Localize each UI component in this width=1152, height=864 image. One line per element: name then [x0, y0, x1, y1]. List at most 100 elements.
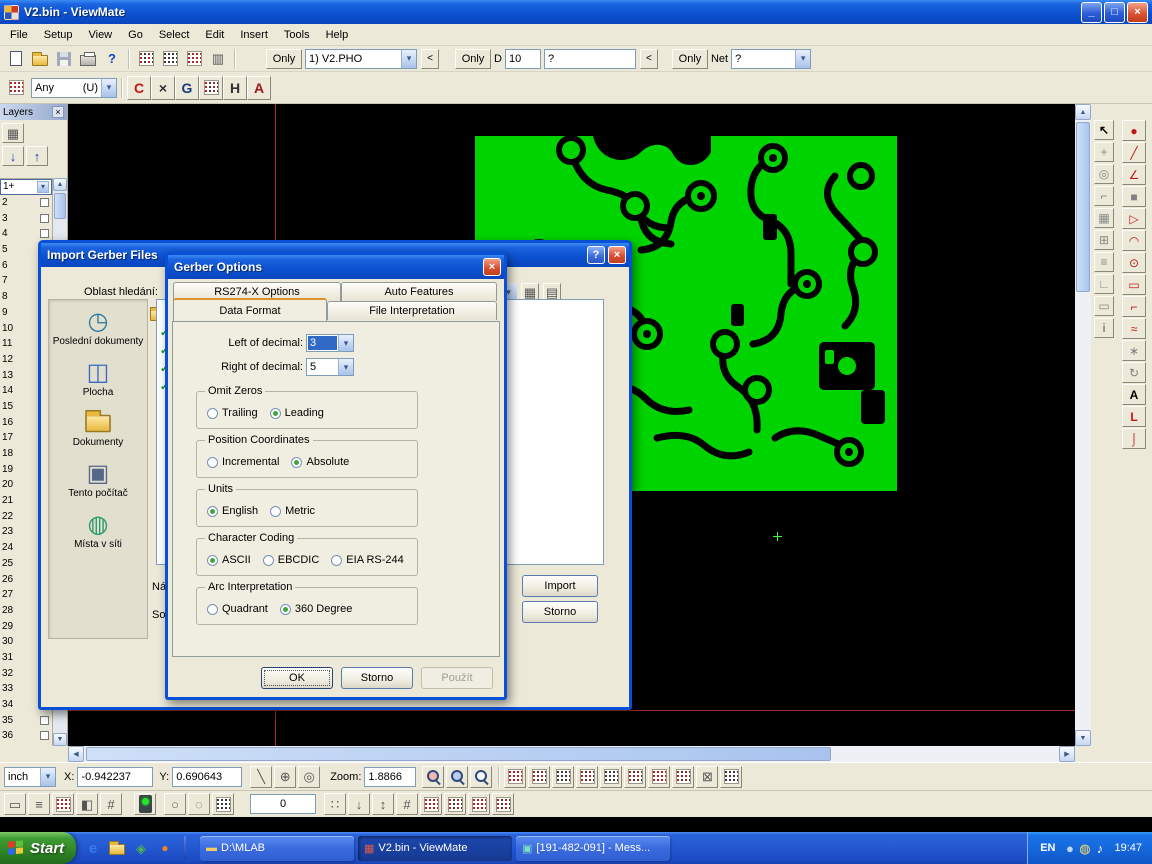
- layer-color-box[interactable]: [40, 716, 49, 725]
- gerber-cancel-button[interactable]: Storno: [341, 667, 413, 689]
- maximize-button[interactable]: □: [1104, 2, 1125, 23]
- dcode-query-input[interactable]: [544, 49, 636, 69]
- insert-line-button[interactable]: ╱: [1122, 142, 1146, 163]
- layer-combo[interactable]: 1) V2.PHO: [305, 49, 417, 69]
- lamp-button[interactable]: ○: [164, 793, 186, 815]
- list-tool-button[interactable]: ≡: [1094, 252, 1114, 272]
- measure-tool-button[interactable]: ⌐: [1094, 186, 1114, 206]
- layer-row-36[interactable]: 36: [0, 728, 52, 744]
- right-of-decimal-combo[interactable]: 5: [306, 358, 354, 376]
- insert-curve-button[interactable]: ≈: [1122, 318, 1146, 339]
- task-dmlab[interactable]: ▬D:\MLAB: [200, 836, 354, 861]
- browser-quicklaunch[interactable]: ●: [156, 839, 174, 857]
- layer-color-box[interactable]: [40, 198, 49, 207]
- task-viewmate[interactable]: ▦V2.bin - ViewMate: [358, 836, 512, 861]
- import-cancel-button[interactable]: Storno: [522, 601, 598, 623]
- dcode-input[interactable]: [505, 49, 541, 69]
- new-file-button[interactable]: [4, 47, 28, 71]
- grid-small-button[interactable]: [212, 793, 234, 815]
- probe-button[interactable]: ◌: [188, 793, 210, 815]
- hatch-button[interactable]: #: [396, 793, 418, 815]
- insert-l-button[interactable]: L: [1122, 406, 1146, 427]
- folder-quicklaunch[interactable]: [108, 839, 126, 857]
- layers-panel-titlebar[interactable]: Layers ×: [0, 104, 67, 120]
- insert-point-button[interactable]: ●: [1122, 120, 1146, 141]
- select-filter-toggle[interactable]: ⊠: [696, 766, 718, 788]
- radio-leading[interactable]: Leading: [270, 407, 324, 419]
- layer-color-box[interactable]: [40, 214, 49, 223]
- aperture-h-button[interactable]: H: [223, 76, 247, 100]
- insert-circle-button[interactable]: ⊙: [1122, 252, 1146, 273]
- open-file-button[interactable]: [28, 47, 52, 71]
- crosshair-tool-button[interactable]: +: [1094, 142, 1114, 162]
- save-file-button[interactable]: [52, 47, 76, 71]
- place-desktop[interactable]: ◫Plocha: [50, 361, 146, 398]
- radio-quadrant[interactable]: Quadrant: [207, 603, 268, 615]
- report-button[interactable]: ▥: [206, 47, 230, 71]
- place-documents[interactable]: Dokumenty: [50, 412, 146, 448]
- aperture-c-button[interactable]: C: [127, 76, 151, 100]
- grid-value-input[interactable]: [250, 794, 316, 814]
- ruler-button[interactable]: ▭: [4, 793, 26, 815]
- pad-pattern-1-button[interactable]: [420, 793, 442, 815]
- import-help-button[interactable]: ?: [587, 246, 605, 264]
- aperture-settings-button[interactable]: ∗: [1122, 340, 1146, 361]
- only-net-toggle[interactable]: Only: [672, 49, 708, 69]
- draw-line-mode-button[interactable]: ╲: [250, 766, 272, 788]
- menu-file[interactable]: File: [2, 26, 36, 44]
- menu-edit[interactable]: Edit: [197, 26, 232, 44]
- insert-polyline-button[interactable]: ⌐: [1122, 296, 1146, 317]
- pads-outline-toggle[interactable]: [528, 766, 550, 788]
- layer-scroll-down-button[interactable]: [53, 733, 67, 746]
- frame-tool-button[interactable]: ▭: [1094, 296, 1114, 316]
- help-select-button[interactable]: ?: [100, 47, 124, 71]
- layer-up-button[interactable]: ↑: [26, 146, 48, 166]
- tab-file-interpretation[interactable]: File Interpretation: [327, 301, 497, 320]
- insert-arc-button[interactable]: ◠: [1122, 230, 1146, 251]
- import-button[interactable]: Import: [522, 575, 598, 597]
- grid-tool-button[interactable]: ▦: [1094, 208, 1114, 228]
- clock[interactable]: 19:47: [1114, 842, 1142, 854]
- dot-grid-button[interactable]: ∷: [324, 793, 346, 815]
- radio-360-degree[interactable]: 360 Degree: [280, 603, 353, 615]
- traces-filled-toggle[interactable]: [552, 766, 574, 788]
- left-of-decimal-combo[interactable]: 3: [306, 334, 354, 352]
- zoom-input[interactable]: [364, 767, 416, 787]
- scroll-right-button[interactable]: [1059, 746, 1075, 762]
- aperture-edit-button[interactable]: [182, 47, 206, 71]
- insert-rectangle-button[interactable]: ▭: [1122, 274, 1146, 295]
- x-coordinate-input[interactable]: [77, 767, 153, 787]
- only-layer-toggle[interactable]: Only: [266, 49, 302, 69]
- pointer-tool-button[interactable]: ↖: [1094, 120, 1114, 140]
- menu-setup[interactable]: Setup: [36, 26, 81, 44]
- net-combo[interactable]: ?: [731, 49, 811, 69]
- zoom-in-button[interactable]: [422, 766, 444, 788]
- menu-insert[interactable]: Insert: [232, 26, 276, 44]
- radio-ebcdic[interactable]: EBCDIC: [263, 554, 320, 566]
- radio-absolute[interactable]: Absolute: [291, 456, 349, 468]
- aperture-type-combo[interactable]: Any (U): [31, 78, 117, 98]
- ie-quicklaunch[interactable]: e: [84, 839, 102, 857]
- status-light-button[interactable]: [134, 793, 156, 815]
- grid-display-toggle[interactable]: [720, 766, 742, 788]
- menu-help[interactable]: Help: [318, 26, 357, 44]
- menu-view[interactable]: View: [80, 26, 120, 44]
- horizontal-scroll-thumb[interactable]: [86, 747, 831, 761]
- prev-dcode-button[interactable]: <: [640, 49, 658, 69]
- layer-row-3[interactable]: 3: [0, 210, 52, 226]
- place-recent[interactable]: ◷Poslední dokumenty: [50, 310, 146, 347]
- radio-english[interactable]: English: [207, 505, 258, 517]
- aperture-x-button[interactable]: ×: [151, 76, 175, 100]
- radio-ascii[interactable]: ASCII: [207, 554, 251, 566]
- pad-pattern-3-button[interactable]: [468, 793, 490, 815]
- gerber-close-button[interactable]: ×: [483, 258, 501, 276]
- menu-tools[interactable]: Tools: [276, 26, 318, 44]
- start-button[interactable]: Start: [0, 832, 76, 864]
- aperture-grid-button[interactable]: [199, 76, 223, 100]
- layer-color-box[interactable]: [40, 229, 49, 238]
- tab-data-format[interactable]: Data Format: [173, 298, 327, 321]
- snap-tool-button[interactable]: ⊞: [1094, 230, 1114, 250]
- aperture-a-button[interactable]: A: [247, 76, 271, 100]
- stack-button[interactable]: ≡: [28, 793, 50, 815]
- layer-scroll-up-button[interactable]: [53, 178, 67, 191]
